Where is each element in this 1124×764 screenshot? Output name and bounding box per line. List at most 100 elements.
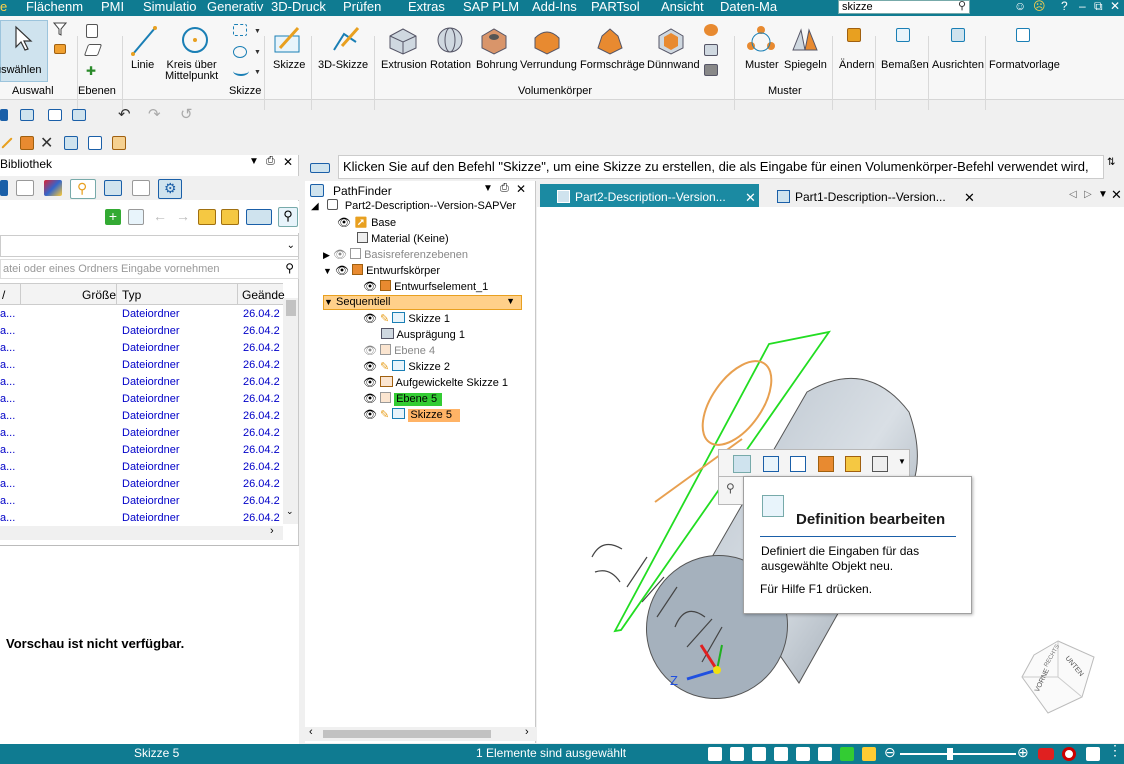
eye-icon[interactable]: 👁	[337, 217, 351, 229]
table-row[interactable]: a... Dateiordner 26.04.2	[0, 323, 283, 340]
folder-up-icon[interactable]	[198, 209, 216, 225]
shading-icon[interactable]	[840, 747, 854, 761]
panel-menu-icon[interactable]: ▼	[249, 156, 259, 167]
suppress-icon[interactable]	[845, 456, 861, 472]
extrusion-label[interactable]: Extrusion	[381, 60, 427, 71]
zoom-slider-thumb[interactable]	[947, 748, 953, 760]
modify-icon[interactable]	[847, 28, 861, 42]
view-orient-icon[interactable]	[818, 747, 832, 761]
eye-hidden-icon[interactable]: 👁	[333, 249, 347, 261]
close-document-icon[interactable]: ✕	[1111, 187, 1122, 203]
tab-scroll-right-icon[interactable]: ▷	[1084, 189, 1092, 200]
tree-item-material[interactable]: Material (Keine)	[357, 232, 449, 245]
edit-profile-icon[interactable]	[763, 456, 779, 472]
col-modified[interactable]: Geände	[242, 288, 285, 302]
menu-tab-daten-management[interactable]: Daten-Ma	[720, 0, 777, 14]
pathfinder-horizontal-scrollbar[interactable]: ‹ ›	[305, 726, 536, 741]
zoom-icon[interactable]	[730, 747, 744, 761]
chevron-left-icon[interactable]: ‹	[309, 726, 313, 738]
sketch-label[interactable]: Skizze	[273, 60, 305, 71]
rotate-icon[interactable]	[796, 747, 810, 761]
solid-more-icon[interactable]	[704, 64, 718, 76]
ellipse-icon[interactable]	[233, 46, 247, 58]
coordinate-system-icon[interactable]: ✚	[86, 64, 98, 78]
round-icon[interactable]	[531, 24, 563, 56]
table-row[interactable]: a... Dateiordner 26.04.2	[0, 459, 283, 476]
menu-tab-pruefen[interactable]: Prüfen	[343, 0, 381, 14]
display-icon[interactable]	[862, 747, 876, 761]
close-panel-icon[interactable]: ✕	[283, 155, 293, 169]
tab-scroll-left-icon[interactable]: ◁	[1069, 189, 1077, 200]
sequence-toggle-icon[interactable]: ▼	[506, 296, 515, 306]
tree-item-aufgewickelte-skizze[interactable]: 👁 Aufgewickelte Skizze 1	[363, 376, 508, 389]
tree-root[interactable]: ◢ Part2-Description--Version-SAPVer	[311, 198, 516, 212]
tree-item-skizze5[interactable]: 👁 ✎ Skizze 5	[363, 408, 460, 422]
redo-icon[interactable]: ↷	[148, 105, 161, 123]
table-row[interactable]: a... Dateiordner 26.04.2	[0, 408, 283, 425]
menu-tab-add-ins[interactable]: Add-Ins	[532, 0, 577, 14]
table-row[interactable]: a... Dateiordner 26.04.2	[0, 425, 283, 442]
table-row[interactable]: a... Dateiordner 26.04.2	[0, 391, 283, 408]
view-mode-icon[interactable]	[246, 209, 272, 225]
properties-icon[interactable]	[88, 136, 102, 150]
menu-tab-sap-plm[interactable]: SAP PLM	[463, 0, 519, 14]
hole-label[interactable]: Bohrung	[476, 60, 518, 71]
pan-icon[interactable]	[774, 747, 788, 761]
menu-tab-extras[interactable]: Extras	[408, 0, 445, 14]
mirror-label[interactable]: Spiegeln	[784, 60, 827, 71]
table-row[interactable]: a... Dateiordner 26.04.2	[0, 493, 283, 510]
library-horizontal-scrollbar[interactable]: ›	[0, 525, 283, 540]
table-row[interactable]: a... Dateiordner 26.04.2	[0, 442, 283, 459]
export-icon[interactable]	[1086, 747, 1100, 761]
eye-icon[interactable]: 👁	[363, 313, 377, 325]
smiley-sad-icon[interactable]: ☹	[1033, 0, 1046, 13]
arc-icon[interactable]	[233, 66, 249, 76]
tree-item-sequentiell[interactable]: ▼ Sequentiell ▼	[323, 295, 522, 310]
forward-icon[interactable]: →	[176, 208, 190, 224]
collapse-icon[interactable]: ◢	[311, 201, 319, 212]
hole-icon[interactable]	[478, 24, 510, 56]
thinwall-icon[interactable]	[655, 24, 687, 56]
collapse-icon[interactable]: ▼	[323, 266, 332, 276]
library-vertical-scrollbar[interactable]: ⌄	[283, 298, 298, 524]
sketch-3d-label[interactable]: 3D-Skizze	[318, 60, 368, 71]
add-icon[interactable]: +	[105, 209, 121, 225]
menu-tab-partsol[interactable]: PARTsol	[591, 0, 640, 14]
align-label[interactable]: Ausrichten	[932, 60, 984, 71]
show-hide-icon[interactable]	[872, 456, 888, 472]
panel-menu-icon[interactable]: ▼	[483, 183, 493, 194]
chevron-right-icon[interactable]: ›	[270, 525, 274, 537]
eye-icon[interactable]: 👁	[335, 265, 349, 277]
monitor-tab-icon[interactable]	[104, 180, 122, 196]
table-row[interactable]: a... Dateiordner 26.04.2	[0, 476, 283, 493]
copy-icon[interactable]	[64, 136, 78, 150]
select-button[interactable]: uswählen	[0, 20, 48, 82]
solid-options-icon[interactable]	[704, 44, 718, 56]
format-style-label[interactable]: Formatvorlage	[989, 60, 1060, 71]
library-path-dropdown[interactable]: ⌄	[0, 235, 299, 257]
mirror-icon[interactable]	[789, 24, 821, 56]
minimize-button[interactable]: –	[1079, 0, 1086, 13]
pin-icon[interactable]: ⎙	[266, 155, 275, 168]
menu-tab-ansicht[interactable]: Ansicht	[661, 0, 704, 14]
status-more-icon[interactable]: ⋮	[1108, 742, 1122, 759]
dimension-icon[interactable]	[896, 28, 910, 42]
more-options-icon[interactable]: ▼	[898, 457, 906, 466]
rotation-icon[interactable]	[434, 24, 466, 56]
circle-center-label[interactable]: Kreis über Mittelpunkt	[165, 60, 218, 82]
menu-tab-pmi[interactable]: PMI	[101, 0, 124, 14]
rib-icon[interactable]	[704, 24, 718, 36]
tree-item-skizze1[interactable]: 👁 ✎ Skizze 1	[363, 312, 450, 325]
menu-tab-generativ[interactable]: Generativ	[207, 0, 263, 14]
settings-tab-icon[interactable]: ⚙	[158, 179, 182, 199]
zoom-in-icon[interactable]: ⊕	[1017, 744, 1029, 761]
library-tab-icon[interactable]	[0, 180, 8, 196]
collapse-icon[interactable]: ▼	[324, 297, 333, 307]
edit-definition-icon[interactable]	[733, 455, 751, 473]
prompt-scroll-icon[interactable]: ⇅	[1107, 157, 1115, 168]
dynamic-edit-icon[interactable]	[790, 456, 806, 472]
edit-line-icon[interactable]	[1, 137, 13, 149]
tree-item-ebene4[interactable]: 👁 Ebene 4	[363, 344, 435, 357]
filter-icon[interactable]	[53, 22, 67, 36]
modify-label[interactable]: Ändern	[839, 60, 874, 71]
